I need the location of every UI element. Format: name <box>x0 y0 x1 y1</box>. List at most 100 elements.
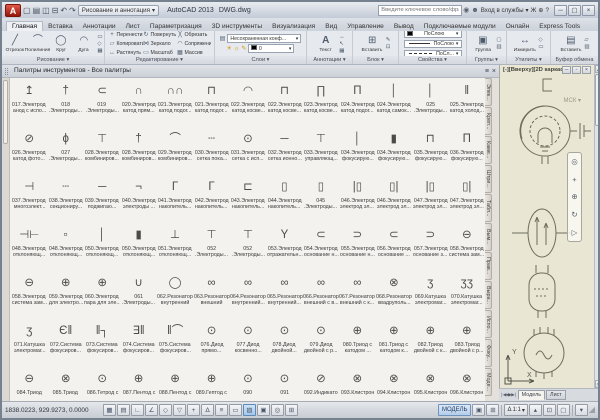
palette-tool[interactable]: ∩∩ 021.Электрод катод подог... <box>157 78 193 126</box>
ribbon-tab[interactable]: Express Tools <box>534 22 585 31</box>
block-mini-icon[interactable]: ✎ <box>386 37 391 43</box>
minimize-button[interactable]: ─ <box>554 5 567 16</box>
ribbon-tab[interactable]: Визуализация <box>267 22 320 31</box>
palette-tool[interactable]: Γ 041.Электрод накопитель... <box>157 174 193 222</box>
palette-tool[interactable]: ⊕ 080.Триод с катодом ... <box>339 318 375 366</box>
groups-mini-icon[interactable]: ▢ <box>496 37 501 43</box>
palette-tool[interactable]: ʒ 069.Катушка электромаг... <box>412 270 448 318</box>
palette-tool[interactable]: ▯ 044.Электрод накопитель... <box>266 174 302 222</box>
palette-tool[interactable]: │ 024.Электрод катод самок... <box>376 78 412 126</box>
tab-layout[interactable]: Лист <box>546 390 566 400</box>
layer-toggle-icon[interactable]: ☀ <box>227 45 232 52</box>
palette-tool[interactable]: ∩ 020.Электрод катод прям... <box>120 78 156 126</box>
navigation-tool-icon[interactable]: ◎ <box>571 157 578 166</box>
palette-tab[interactable]: Моде... <box>485 368 492 396</box>
palette-tool[interactable]: ∞ 063.Резонатор внешний <box>193 270 229 318</box>
layer-toggle-icon[interactable]: ✎ <box>241 45 246 52</box>
scroll-down-arrow[interactable]: ▼ <box>595 380 600 388</box>
ribbon-tab[interactable]: Аннотации <box>78 22 121 31</box>
palette-tool[interactable]: ⊙ 031.Электрод сетка с исп... <box>230 126 266 174</box>
palette-tool[interactable]: ⊕ 060.Электрод пара для эле... <box>84 270 120 318</box>
exchange-apps-icon[interactable]: Ж <box>531 7 537 14</box>
palette-tab[interactable]: Вым... <box>485 223 492 251</box>
palette-tool[interactable]: ∏ 023.Электрод катод косве... <box>303 78 339 126</box>
qat-tool-icon[interactable]: ▤ <box>33 6 41 15</box>
palette-titlebar[interactable]: Палитры инструментов - Все палитры ≡ × <box>2 65 499 78</box>
palette-tool[interactable]: ⊙ 086.Тетрод с <box>84 366 120 401</box>
palette-tool[interactable]: ⊃ 057.Электрод основание з... <box>412 222 448 270</box>
palette-tool[interactable]: ∞ 064.Резонатор внутренний... <box>230 270 266 318</box>
palette-grip[interactable] <box>5 68 8 75</box>
palette-tool[interactable]: ⊘ 026.Электрод катод фото... <box>11 126 47 174</box>
palette-tool[interactable]: ʒʒ 070.Катушка электромаг... <box>449 270 485 318</box>
scroll-up-arrow[interactable]: ▲ <box>595 65 600 73</box>
navigation-tool-icon[interactable]: ⊕ <box>571 192 577 201</box>
model-space-button[interactable]: МОДЕЛЬ <box>438 404 471 416</box>
palette-tool[interactable]: ▮ 034.Электрод фокусирую... <box>376 126 412 174</box>
ribbon-tab[interactable]: Вид <box>320 22 342 31</box>
palette-tool[interactable]: ⊤ 052 .Электроды... <box>230 222 266 270</box>
palette-tool[interactable]: ⊕ 088.Пентод с <box>157 366 193 401</box>
navigation-tool-icon[interactable]: + <box>572 175 576 184</box>
layer-state-dropdown[interactable]: Несохраненная конф... ▾ <box>227 34 301 43</box>
palette-tool[interactable]: │ 050.Электрод отклоняющ... <box>84 222 120 270</box>
annotation-mini-icon[interactable]: ▦ <box>339 48 345 54</box>
color-dropdown[interactable]: ПоСлою ▾ <box>404 31 462 38</box>
palette-tool[interactable]: ∪ 061 .Электроды... <box>120 270 156 318</box>
canvas-vertical-scrollbar[interactable]: ▲ ▼ <box>594 65 600 388</box>
palette-scrollbar[interactable] <box>2 78 10 401</box>
palette-tool[interactable]: ⊓ 035.Электрод фокусирую... <box>412 126 448 174</box>
qat-tool-icon[interactable]: ↶ <box>60 6 67 15</box>
palette-tab[interactable]: Креп... <box>485 107 492 135</box>
palette-tool[interactable]: ∞ 066.Резонатор внешний с в... <box>303 270 339 318</box>
annotation-mini-icon[interactable]: ↔ <box>339 34 345 40</box>
palette-tool[interactable]: ∞ 067.Резонатор внешний с к... <box>339 270 375 318</box>
panel-label-layers[interactable]: Слои ▾ <box>215 56 306 64</box>
palette-tool[interactable]: ⊥ 051.Электрод отклоняющ... <box>157 222 193 270</box>
palette-tool[interactable]: ⊕ 082.Триод двойной с к... <box>412 318 448 366</box>
ribbon-tab[interactable]: Вывод <box>389 22 419 31</box>
palette-tool[interactable]: ⊕ 081.Триод с катодом к... <box>376 318 412 366</box>
ribbon-tab[interactable]: Параметризация <box>145 22 207 31</box>
status-toggle-button[interactable]: Δ <box>201 404 214 416</box>
palette-tool[interactable]: ┄ 030.Электрод сетка пока... <box>193 126 229 174</box>
modify-tool-button[interactable]: ⋈ Зеркало <box>143 39 177 48</box>
workspace-dropdown[interactable]: Рисование и аннотация ▾ <box>78 5 159 16</box>
palette-tool[interactable]: ◠ 022.Электрод катод косве... <box>230 78 266 126</box>
panel-label-annotation[interactable]: Аннотации ▾ <box>307 56 352 64</box>
palette-tool[interactable]: Π 024.Электрод катод подог... <box>339 78 375 126</box>
palette-tool[interactable]: ∞ 065.Резонатор внутренний... <box>266 270 302 318</box>
quick-view-drawings-icon[interactable]: ⊞ <box>486 404 499 416</box>
tab-model[interactable]: Модель <box>518 390 545 400</box>
palette-tab[interactable]: Каме... <box>485 136 492 164</box>
palette-tool[interactable]: ⊤ 028.Электрод комбиниров... <box>84 126 120 174</box>
palette-tool[interactable]: ─ 032.Электрод сетка ионно... <box>266 126 302 174</box>
palette-tab[interactable]: Штри... <box>485 165 492 193</box>
palette-tool[interactable]: ⊙ 077.Диод косвенно... <box>230 318 266 366</box>
group-button[interactable]: ▣ Группа <box>471 34 494 53</box>
draw-mini-icon[interactable]: ▭ <box>97 34 102 40</box>
text-button[interactable]: А Текст <box>314 34 337 53</box>
palette-tool[interactable]: ¬ 040.Электрод электроды ... <box>120 174 156 222</box>
palette-tool[interactable]: ⊓ 022.Электрод катод косве... <box>266 78 302 126</box>
doc-minimize-button[interactable]: ─ <box>562 66 571 74</box>
palette-tool[interactable]: ⊤ 052 .Электроды... <box>193 222 229 270</box>
ribbon-tab[interactable]: Управление <box>342 22 389 31</box>
layer-toggle-icon[interactable]: ☼ <box>234 46 240 52</box>
layer-dropdown[interactable]: 0 ▾ <box>248 44 294 53</box>
palette-tool[interactable]: ⊗ 095.Клистрон <box>412 366 448 401</box>
qat-tool-icon[interactable]: ◫ <box>42 6 50 15</box>
draw-tool-button[interactable]: ⌒ Полилиния <box>26 34 49 53</box>
app-menu-button[interactable]: A <box>5 4 21 17</box>
palette-tool[interactable]: ┄ 038.Электрод секциониру... <box>47 174 83 222</box>
doc-close-button[interactable]: × <box>582 66 591 74</box>
clipboard-mini-icon[interactable]: ▱ <box>584 37 589 43</box>
palette-tool[interactable]: ⊕ 089.Гептод с <box>193 366 229 401</box>
palette-tool[interactable]: † 018 .Электроды... <box>47 78 83 126</box>
palette-tab[interactable]: Прав... <box>485 252 492 280</box>
modify-tool-button[interactable]: ╳ Обрезать <box>177 31 211 39</box>
draw-tool-button[interactable]: ◯ Круг <box>49 34 72 53</box>
status-toggle-button[interactable]: ∟ <box>131 404 144 416</box>
status-toggle-button[interactable]: ▤ <box>117 404 130 416</box>
palette-tool[interactable]: † 028.Электрод комбиниров... <box>120 126 156 174</box>
